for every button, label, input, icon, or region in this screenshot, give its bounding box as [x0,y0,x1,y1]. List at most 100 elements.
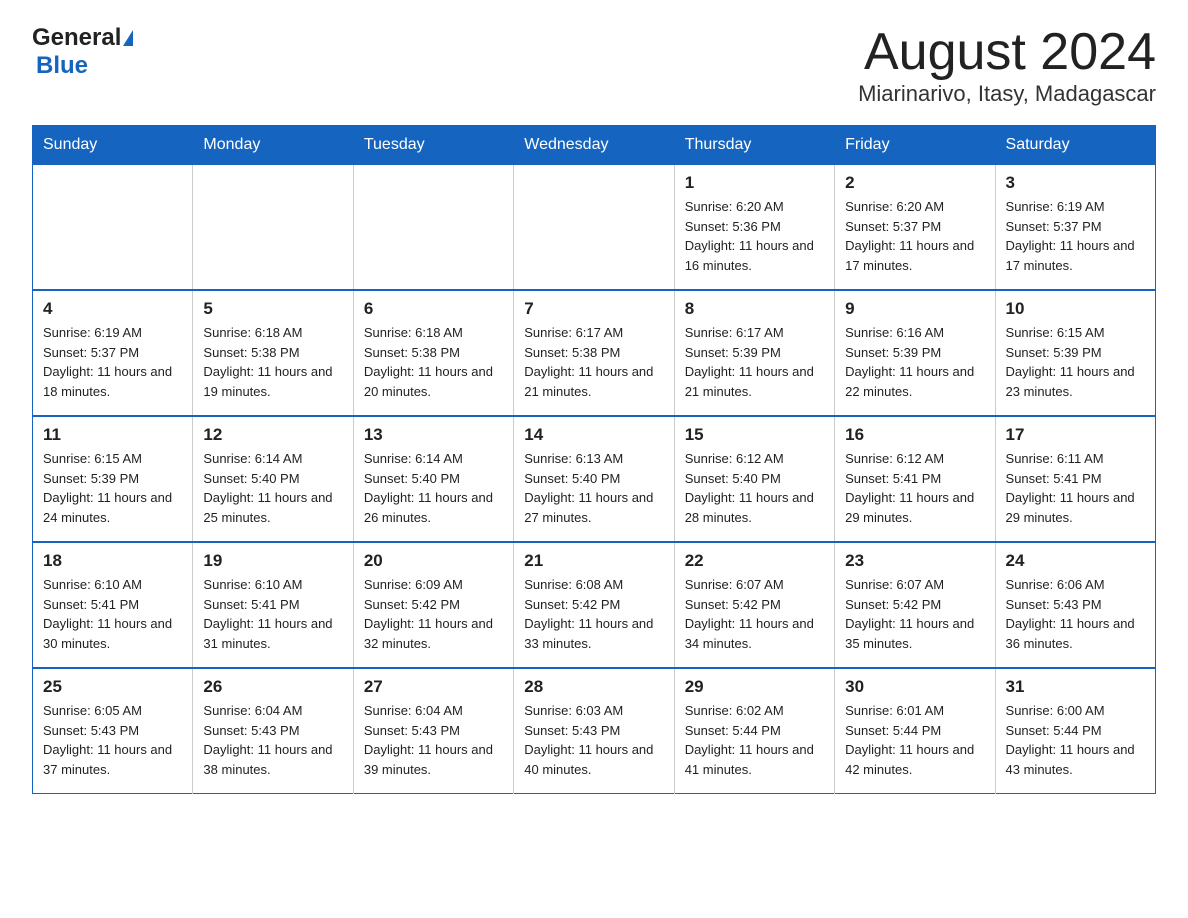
day-info: Sunrise: 6:15 AMSunset: 5:39 PMDaylight:… [1006,323,1145,401]
calendar-body: 1Sunrise: 6:20 AMSunset: 5:36 PMDaylight… [33,165,1156,794]
calendar-cell: 9 Sunrise: 6:16 AMSunset: 5:39 PMDaylight… [835,290,995,416]
day-info: Sunrise: 6:08 AMSunset: 5:42 PMDaylight:… [524,575,663,653]
day-number: 9 [845,299,984,319]
calendar-cell: 13Sunrise: 6:14 AMSunset: 5:40 PMDayligh… [353,416,513,542]
day-info: Sunrise: 6:16 AMSunset: 5:39 PMDaylight:… [845,323,984,401]
day-info: Sunrise: 6:18 AMSunset: 5:38 PMDaylight:… [364,323,503,401]
calendar-week-row: 18 Sunrise: 6:10 AMSunset: 5:41 PMDayligh… [33,542,1156,668]
calendar-cell: 24Sunrise: 6:06 AMSunset: 5:43 PMDayligh… [995,542,1155,668]
logo-general-text: General [32,24,121,52]
day-info: Sunrise: 6:20 AMSunset: 5:37 PMDaylight:… [845,197,984,275]
day-number: 25 [43,677,182,697]
header-sunday: Sunday [33,126,193,165]
day-number: 8 [685,299,824,319]
day-info: Sunrise: 6:03 AMSunset: 5:43 PMDaylight:… [524,701,663,779]
day-info: Sunrise: 6:07 AMSunset: 5:42 PMDaylight:… [845,575,984,653]
day-number: 11 [43,425,182,445]
day-info: Sunrise: 6:05 AMSunset: 5:43 PMDaylight:… [43,701,182,779]
day-number: 31 [1006,677,1145,697]
header-friday: Friday [835,126,995,165]
calendar-table: Sunday Monday Tuesday Wednesday Thursday… [32,125,1156,794]
calendar-cell: 14 Sunrise: 6:13 AMSunset: 5:40 PMDayligh… [514,416,674,542]
day-number: 16 [845,425,984,445]
day-info: Sunrise: 6:18 AMSunset: 5:38 PMDaylight:… [203,323,342,401]
calendar-cell: 15Sunrise: 6:12 AMSunset: 5:40 PMDayligh… [674,416,834,542]
day-info: Sunrise: 6:00 AMSunset: 5:44 PMDaylight:… [1006,701,1145,779]
calendar-cell: 19 Sunrise: 6:10 AMSunset: 5:41 PMDayligh… [193,542,353,668]
day-info: Sunrise: 6:13 AMSunset: 5:40 PMDaylight:… [524,449,663,527]
location-title: Miarinarivo, Itasy, Madagascar [858,81,1156,107]
day-number: 30 [845,677,984,697]
day-number: 28 [524,677,663,697]
day-info: Sunrise: 6:04 AMSunset: 5:43 PMDaylight:… [203,701,342,779]
calendar-cell [353,165,513,291]
calendar-cell: 10Sunrise: 6:15 AMSunset: 5:39 PMDayligh… [995,290,1155,416]
logo-triangle-icon [123,30,133,46]
day-number: 7 [524,299,663,319]
day-info: Sunrise: 6:02 AMSunset: 5:44 PMDaylight:… [685,701,824,779]
day-info: Sunrise: 6:12 AMSunset: 5:41 PMDaylight:… [845,449,984,527]
calendar-cell: 4 Sunrise: 6:19 AMSunset: 5:37 PMDaylight… [33,290,193,416]
calendar-week-row: 4 Sunrise: 6:19 AMSunset: 5:37 PMDaylight… [33,290,1156,416]
title-area: August 2024 Miarinarivo, Itasy, Madagasc… [858,24,1156,107]
calendar-cell [193,165,353,291]
calendar-cell: 7 Sunrise: 6:17 AMSunset: 5:38 PMDaylight… [514,290,674,416]
day-info: Sunrise: 6:09 AMSunset: 5:42 PMDaylight:… [364,575,503,653]
day-number: 14 [524,425,663,445]
day-number: 21 [524,551,663,571]
calendar-week-row: 11 Sunrise: 6:15 AMSunset: 5:39 PMDayligh… [33,416,1156,542]
day-info: Sunrise: 6:12 AMSunset: 5:40 PMDaylight:… [685,449,824,527]
day-number: 6 [364,299,503,319]
day-info: Sunrise: 6:04 AMSunset: 5:43 PMDaylight:… [364,701,503,779]
day-info: Sunrise: 6:17 AMSunset: 5:38 PMDaylight:… [524,323,663,401]
day-number: 18 [43,551,182,571]
calendar-cell: 5Sunrise: 6:18 AMSunset: 5:38 PMDaylight… [193,290,353,416]
day-number: 24 [1006,551,1145,571]
calendar-cell: 30 Sunrise: 6:01 AMSunset: 5:44 PMDayligh… [835,668,995,794]
day-number: 20 [364,551,503,571]
day-number: 22 [685,551,824,571]
day-info: Sunrise: 6:19 AMSunset: 5:37 PMDaylight:… [1006,197,1145,275]
calendar-cell: 3 Sunrise: 6:19 AMSunset: 5:37 PMDaylight… [995,165,1155,291]
calendar-cell: 17Sunrise: 6:11 AMSunset: 5:41 PMDayligh… [995,416,1155,542]
calendar-cell: 29Sunrise: 6:02 AMSunset: 5:44 PMDayligh… [674,668,834,794]
day-info: Sunrise: 6:17 AMSunset: 5:39 PMDaylight:… [685,323,824,401]
calendar-cell: 6 Sunrise: 6:18 AMSunset: 5:38 PMDaylight… [353,290,513,416]
day-number: 3 [1006,173,1145,193]
calendar-cell: 31 Sunrise: 6:00 AMSunset: 5:44 PMDayligh… [995,668,1155,794]
day-info: Sunrise: 6:01 AMSunset: 5:44 PMDaylight:… [845,701,984,779]
day-number: 19 [203,551,342,571]
logo-blue-text: Blue [36,52,88,79]
day-info: Sunrise: 6:19 AMSunset: 5:37 PMDaylight:… [43,323,182,401]
header-row: Sunday Monday Tuesday Wednesday Thursday… [33,126,1156,165]
calendar-cell: 2Sunrise: 6:20 AMSunset: 5:37 PMDaylight… [835,165,995,291]
day-info: Sunrise: 6:14 AMSunset: 5:40 PMDaylight:… [364,449,503,527]
calendar-cell: 16 Sunrise: 6:12 AMSunset: 5:41 PMDayligh… [835,416,995,542]
calendar-cell: 20 Sunrise: 6:09 AMSunset: 5:42 PMDayligh… [353,542,513,668]
calendar-cell: 18 Sunrise: 6:10 AMSunset: 5:41 PMDayligh… [33,542,193,668]
header-tuesday: Tuesday [353,126,513,165]
day-number: 23 [845,551,984,571]
calendar-week-row: 1Sunrise: 6:20 AMSunset: 5:36 PMDaylight… [33,165,1156,291]
calendar-cell: 8 Sunrise: 6:17 AMSunset: 5:39 PMDaylight… [674,290,834,416]
day-number: 4 [43,299,182,319]
calendar-cell: 22 Sunrise: 6:07 AMSunset: 5:42 PMDayligh… [674,542,834,668]
calendar-header: Sunday Monday Tuesday Wednesday Thursday… [33,126,1156,165]
day-number: 12 [203,425,342,445]
calendar-cell: 11 Sunrise: 6:15 AMSunset: 5:39 PMDayligh… [33,416,193,542]
calendar-week-row: 25 Sunrise: 6:05 AMSunset: 5:43 PMDayligh… [33,668,1156,794]
header-thursday: Thursday [674,126,834,165]
day-info: Sunrise: 6:10 AMSunset: 5:41 PMDaylight:… [203,575,342,653]
day-info: Sunrise: 6:10 AMSunset: 5:41 PMDaylight:… [43,575,182,653]
page-header: General Blue August 2024 Miarinarivo, It… [32,24,1156,107]
logo: General Blue [32,24,133,80]
day-info: Sunrise: 6:07 AMSunset: 5:42 PMDaylight:… [685,575,824,653]
calendar-cell: 27Sunrise: 6:04 AMSunset: 5:43 PMDayligh… [353,668,513,794]
day-info: Sunrise: 6:20 AMSunset: 5:36 PMDaylight:… [685,197,824,275]
calendar-cell: 12 Sunrise: 6:14 AMSunset: 5:40 PMDayligh… [193,416,353,542]
calendar-cell: 21 Sunrise: 6:08 AMSunset: 5:42 PMDayligh… [514,542,674,668]
header-monday: Monday [193,126,353,165]
day-info: Sunrise: 6:14 AMSunset: 5:40 PMDaylight:… [203,449,342,527]
day-info: Sunrise: 6:15 AMSunset: 5:39 PMDaylight:… [43,449,182,527]
day-info: Sunrise: 6:11 AMSunset: 5:41 PMDaylight:… [1006,449,1145,527]
